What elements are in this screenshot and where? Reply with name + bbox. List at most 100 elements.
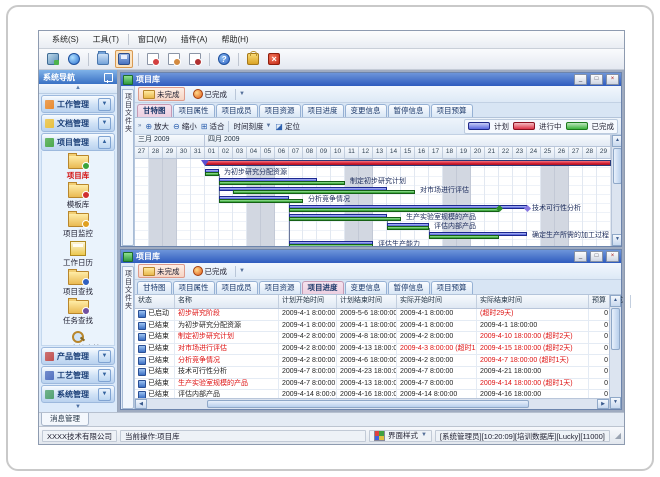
help-icon-button[interactable] [215,50,233,68]
actual-bar[interactable] [387,226,429,230]
more-chevron[interactable]: ▼ [239,91,245,97]
project-folder-tab[interactable]: 项目文件夹 [122,89,134,246]
table-vscrollbar[interactable]: ▲ ▼ [609,295,621,409]
maximize-button[interactable]: □ [590,251,603,262]
tab-甘特图[interactable]: 甘特图 [137,281,172,294]
sidebar-collapse-strip[interactable]: ▲ [39,84,117,94]
sidebar-group-工艺管理[interactable]: 工艺管理▼ [41,366,115,384]
tab-项目预算[interactable]: 项目预算 [431,104,473,117]
scroll-down-icon[interactable]: ▼ [610,397,621,409]
tab-项目属性[interactable]: 项目属性 [173,104,215,117]
message-manager-tab[interactable]: 消息管理 [41,413,89,426]
table-hscrollbar[interactable]: ◀ ▶ [135,398,609,409]
sidebar-item-项目文档查找[interactable]: 项目文档查找 [56,327,101,346]
column-header-状态[interactable]: 状态 [135,295,175,308]
actual-bar[interactable] [289,217,401,221]
zoom-out-button[interactable]: ⊖缩小 [173,121,197,132]
tab-项目成员[interactable]: 项目成员 [216,281,258,294]
pin-icon[interactable] [104,73,113,82]
scroll-thumb[interactable] [611,308,620,350]
exit-icon-button[interactable] [265,50,283,68]
minimize-button[interactable]: _ [574,74,587,85]
table-row[interactable]: 已结束生产实验室规模的产品2009-4-7 8:00:002009-4-13 1… [135,379,609,391]
tab-项目进度[interactable]: 项目进度 [302,104,344,117]
tab-项目进度[interactable]: 项目进度 [302,281,344,294]
more-chevron[interactable]: ▼ [239,268,245,274]
actual-bar[interactable] [205,172,219,176]
tab-暂停信息[interactable]: 暂停信息 [388,104,430,117]
menu-item-3[interactable]: 插件(A) [174,32,215,48]
tab-项目资源[interactable]: 项目资源 [259,104,301,117]
tab-暂停信息[interactable]: 暂停信息 [388,281,430,294]
column-header-实际结束时间[interactable]: 实际结束时间 [477,295,589,308]
tab-项目资源[interactable]: 项目资源 [259,281,301,294]
column-header-实际开始时间[interactable]: 实际开始时间 [397,295,477,308]
menu-item-1[interactable]: 工具(T) [86,32,126,48]
fit-button[interactable]: ⊞适合 [201,121,225,132]
column-header-计划开始时间[interactable]: 计划开始时间 [279,295,337,308]
chevron-icon[interactable]: ▲ [98,136,111,149]
minimize-button[interactable]: _ [574,251,587,262]
scroll-thumb[interactable] [207,400,529,408]
chevron-icon[interactable]: ▼ [98,388,111,401]
tab-项目成员[interactable]: 项目成员 [216,104,258,117]
schedule-window-titlebar[interactable]: 项目库 _ □ × [121,250,621,263]
scroll-thumb[interactable] [613,148,621,184]
sidebar-group-文档管理[interactable]: 文档管理▼ [41,114,115,132]
table-row[interactable]: 已结束对市场进行评估2009-4-2 8:00:002009-4-13 18:0… [135,344,609,356]
menu-item-4[interactable]: 帮助(H) [214,32,255,48]
column-header-名称[interactable]: 名称 [175,295,279,308]
scroll-right-icon[interactable]: ▶ [597,399,609,409]
network-icon-button[interactable] [65,50,83,68]
actual-bar[interactable] [219,199,303,203]
table-row[interactable]: 已启动初步研究阶段2009-4-1 8:00:002009-5-6 18:00:… [135,309,609,321]
chevron-icon[interactable]: ▼ [98,369,111,382]
doc-new-icon-button[interactable] [144,50,162,68]
tab-变更信息[interactable]: 变更信息 [345,281,387,294]
doc-delete-icon-button[interactable] [186,50,204,68]
actual-bar[interactable] [233,190,415,194]
table-header[interactable]: 状态名称计划开始时间计划结束时间实际开始时间实际结束时间预算成 [135,295,609,309]
filter-已完成[interactable]: 已完成 [188,264,233,278]
open-folder-icon-button[interactable] [94,50,112,68]
time-scale-dropdown[interactable]: 时间刻度▼ [233,121,271,132]
chevron-icon[interactable]: ▼ [98,117,111,130]
scroll-left-icon[interactable]: ◀ [135,399,147,409]
sidebar-group-项目管理[interactable]: 项目管理▲ [41,133,115,151]
scroll-up-icon[interactable]: ▲ [610,295,621,307]
save-icon-button[interactable] [115,50,133,68]
overflow-chevron[interactable]: » [138,123,141,129]
sidebar-item-项目监控[interactable]: 项目监控 [63,211,93,240]
tab-甘特图[interactable]: 甘特图 [137,104,172,117]
actual-bar[interactable] [219,181,345,185]
close-button[interactable]: × [606,251,619,262]
table-row[interactable]: 已结束评估内部产品2009-4-14 8:00:002009-4-16 18:0… [135,390,609,398]
menu-item-0[interactable]: 系统(S) [45,32,86,48]
sidebar-item-工作日历[interactable]: 工作日历 [63,240,93,269]
actual-bar[interactable] [289,208,499,212]
filter-未完成[interactable]: 未完成 [138,264,185,278]
chevron-icon[interactable]: ▼ [98,350,111,363]
actual-bar[interactable] [429,235,499,239]
sidebar-more-chevron[interactable]: ▼ [39,403,117,412]
sidebar-group-系统管理[interactable]: 系统管理▼ [41,385,115,403]
table-row[interactable]: 已结束制定初步研究计划2009-4-2 8:00:002009-4-8 18:0… [135,332,609,344]
sidebar-group-产品管理[interactable]: 产品管理▼ [41,347,115,365]
tab-项目属性[interactable]: 项目属性 [173,281,215,294]
maximize-button[interactable]: □ [590,74,603,85]
column-header-计划结束时间[interactable]: 计划结束时间 [337,295,397,308]
menu-item-2[interactable]: 窗口(W) [131,32,174,48]
project-folder-tab[interactable]: 项目文件夹 [122,266,134,409]
sidebar-item-模板库[interactable]: 模板库 [67,182,90,211]
summary-bar[interactable] [205,160,611,166]
filter-已完成[interactable]: 已完成 [188,87,233,101]
table-row[interactable]: 已结束分析竞争情况2009-4-2 8:00:002009-4-6 18:00:… [135,355,609,367]
actual-bar[interactable] [289,244,373,246]
sidebar-item-任务查找[interactable]: 任务查找 [63,298,93,327]
chevron-icon[interactable]: ▼ [98,98,111,111]
sidebar-group-工作管理[interactable]: 工作管理▼ [41,95,115,113]
gantt-window-titlebar[interactable]: 项目库 _ □ × [121,73,621,86]
sidebar-item-项目库[interactable]: 项目库 [67,153,90,182]
table-row[interactable]: 已结束技术可行性分析2009-4-7 8:00:002009-4-23 18:0… [135,367,609,379]
gantt-body[interactable]: 为初步研究分配资源制定初步研究计划对市场进行评估分析竞争情况技术可行性分析生产实… [135,159,611,246]
